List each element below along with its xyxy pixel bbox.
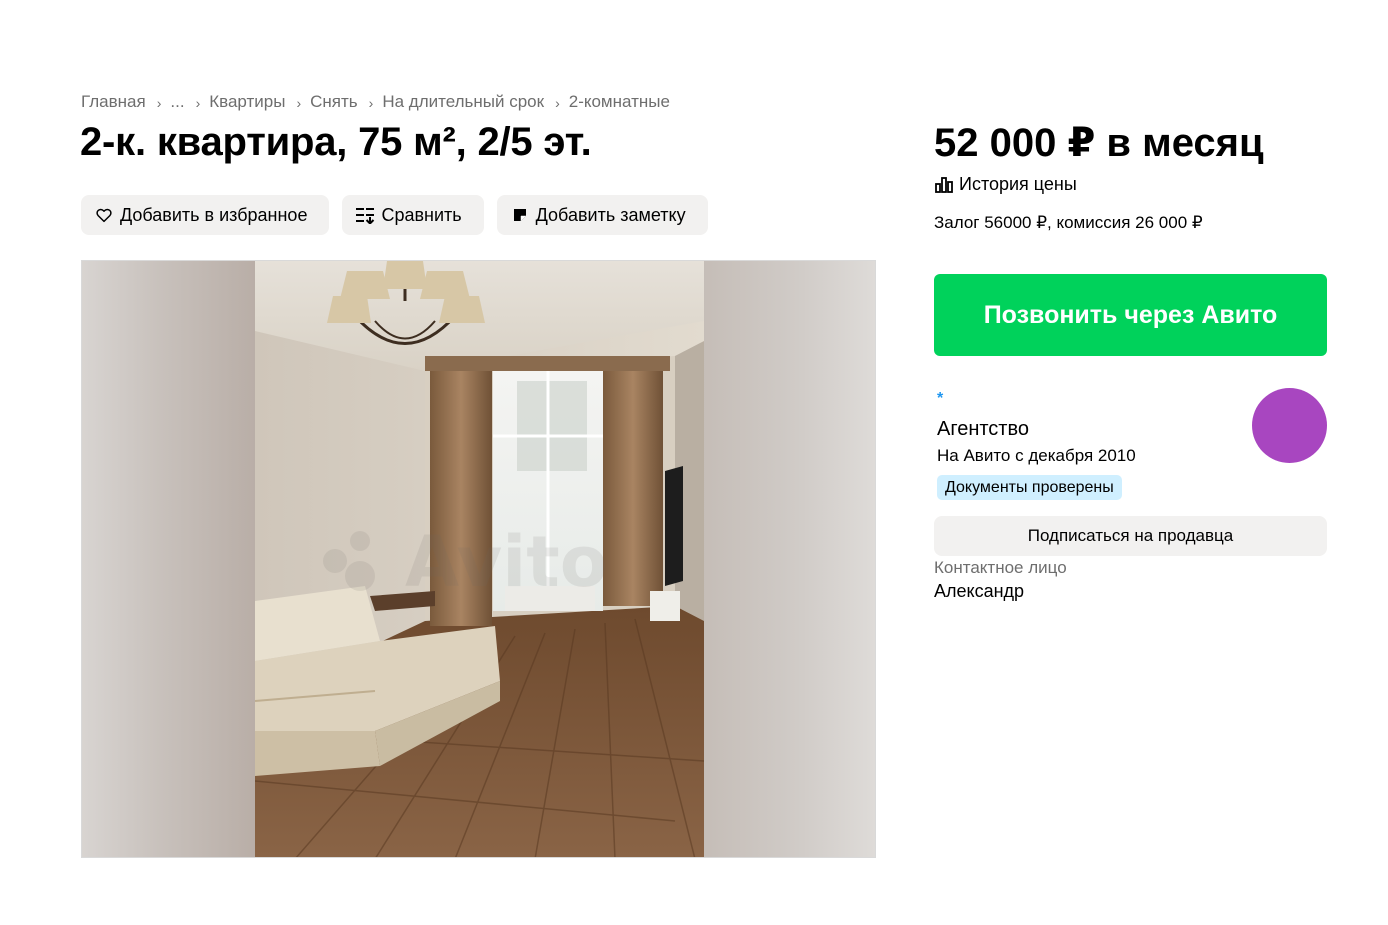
subscribe-to-seller-button[interactable]: Подписаться на продавца bbox=[934, 516, 1327, 556]
breadcrumb: Главная › ... › Квартиры › Снять › На дл… bbox=[81, 92, 670, 112]
gallery-blur-right bbox=[702, 261, 875, 857]
svg-text:Avito: Avito bbox=[405, 521, 608, 603]
contact-person-label: Контактное лицо bbox=[934, 558, 1067, 577]
breadcrumb-home[interactable]: Главная bbox=[81, 92, 146, 112]
seller-since: На Авито с декабря 2010 bbox=[937, 446, 1136, 465]
price-history-link[interactable]: История цены bbox=[935, 174, 1077, 195]
photo-gallery[interactable]: Avito bbox=[81, 260, 876, 858]
breadcrumb-rent[interactable]: Снять bbox=[310, 92, 358, 112]
compare-label: Сравнить bbox=[381, 204, 462, 225]
heart-icon bbox=[94, 205, 114, 225]
gallery-blur-left bbox=[82, 261, 255, 857]
listing-title: 2-к. квартира, 75 м², 2/5 эт. bbox=[80, 120, 592, 164]
listing-photo[interactable]: Avito bbox=[255, 261, 704, 857]
chevron-right-icon: › bbox=[156, 95, 162, 111]
chevron-right-icon: › bbox=[195, 95, 201, 111]
documents-verified-badge: Документы проверены bbox=[937, 475, 1122, 500]
chevron-right-icon: › bbox=[296, 95, 302, 111]
seller-marker: * bbox=[937, 390, 944, 407]
compare-icon bbox=[355, 205, 375, 225]
breadcrumb-two-room[interactable]: 2-комнатные bbox=[569, 92, 670, 112]
price: 52 000 ₽ в месяц bbox=[934, 121, 1264, 165]
contact-person-name: Александр bbox=[934, 581, 1025, 601]
compare-button[interactable]: Сравнить bbox=[342, 195, 484, 235]
note-icon bbox=[510, 205, 530, 225]
seller-type[interactable]: Агентство bbox=[937, 418, 1029, 441]
listing-actions: Добавить в избранное Сравнить Добавить з… bbox=[81, 195, 708, 235]
add-to-favorites-label: Добавить в избранное bbox=[120, 204, 308, 225]
add-note-label: Добавить заметку bbox=[535, 204, 686, 225]
price-history-label: История цены bbox=[959, 174, 1077, 194]
call-via-avito-button[interactable]: Позвонить через Авито bbox=[934, 274, 1327, 356]
bar-chart-icon bbox=[935, 176, 953, 194]
deposit-info: Залог 56000 ₽, комиссия 26 000 ₽ bbox=[934, 213, 1203, 232]
breadcrumb-long-term[interactable]: На длительный срок bbox=[382, 92, 544, 112]
chevron-right-icon: › bbox=[555, 95, 560, 111]
add-to-favorites-button[interactable]: Добавить в избранное bbox=[81, 195, 330, 235]
breadcrumb-ellipsis[interactable]: ... bbox=[170, 92, 184, 112]
add-note-button[interactable]: Добавить заметку bbox=[496, 195, 708, 235]
breadcrumb-apartments[interactable]: Квартиры bbox=[209, 92, 285, 112]
chevron-right-icon: › bbox=[368, 95, 374, 111]
seller-avatar[interactable] bbox=[1252, 388, 1327, 463]
